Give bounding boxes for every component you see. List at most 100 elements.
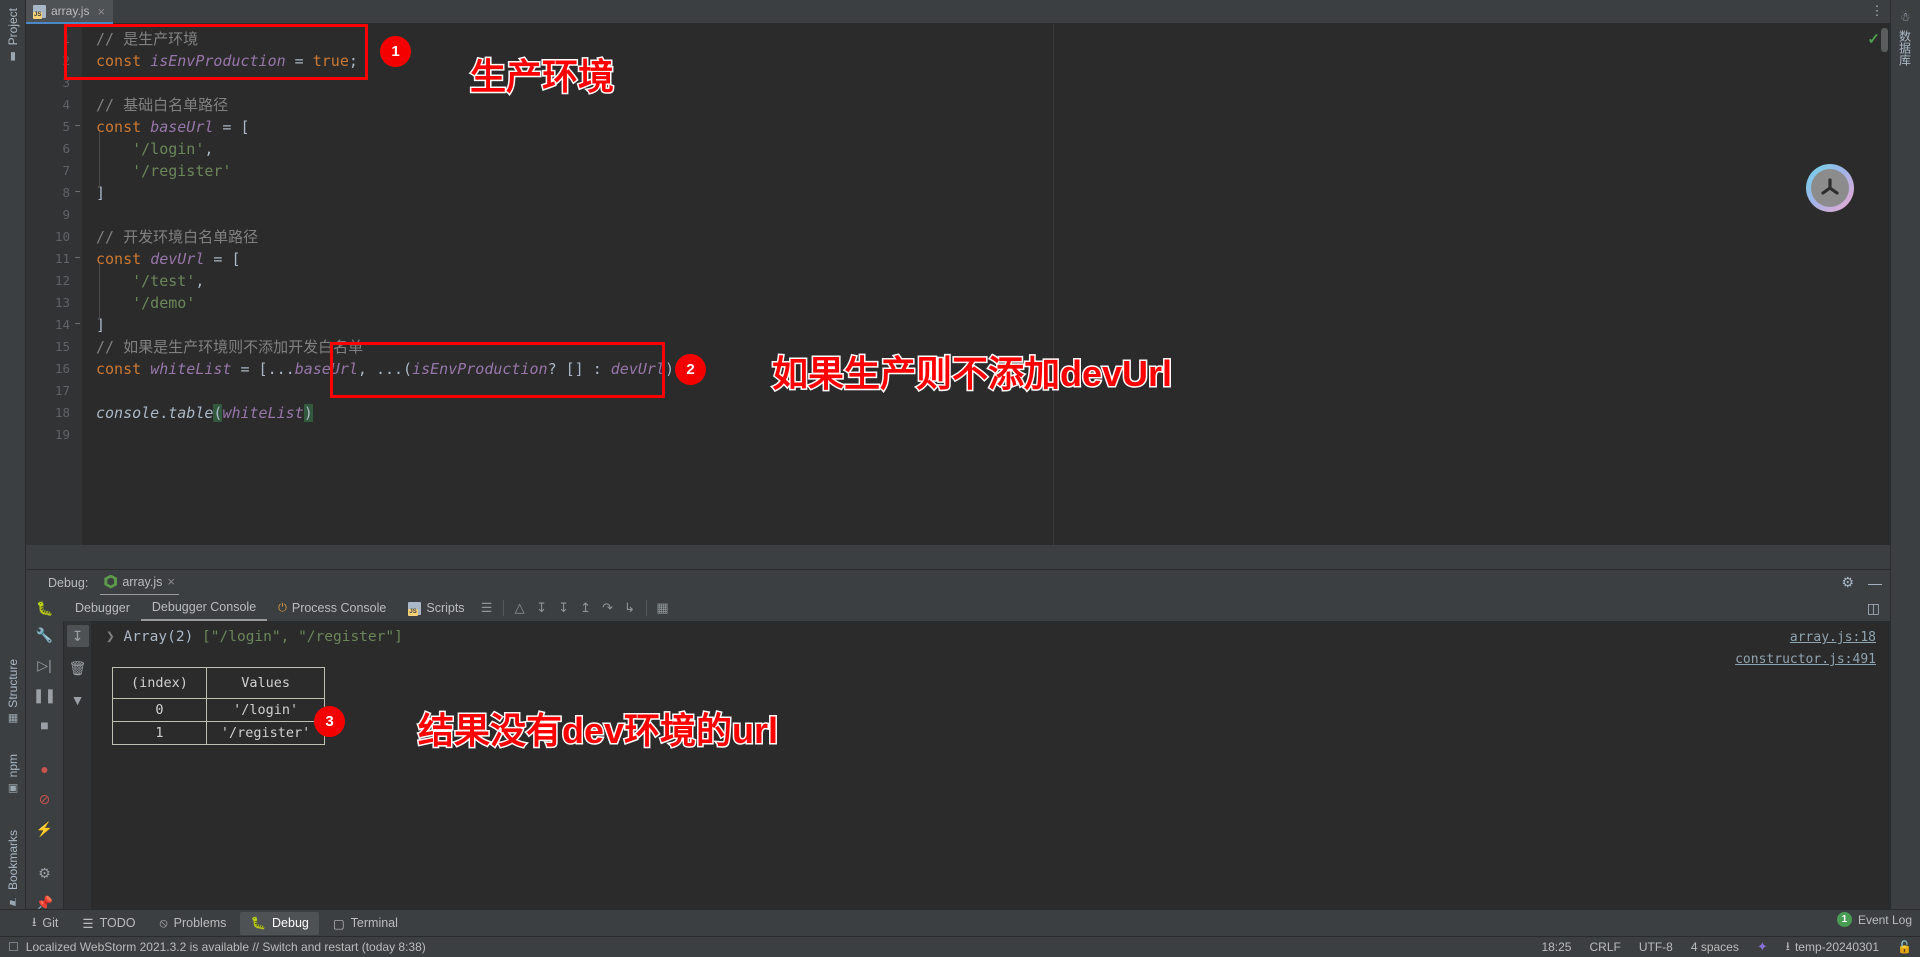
caret-position[interactable]: 18:25 <box>1541 940 1571 954</box>
code-token: '/demo' <box>96 294 196 312</box>
tab-debugger-console[interactable]: Debugger Console <box>140 595 268 621</box>
evaluate-icon[interactable]: ↳ <box>619 597 641 619</box>
run-to-cursor-icon[interactable]: ↷ <box>597 597 619 619</box>
no-run-icon[interactable]: ⊘ <box>34 788 56 810</box>
toolwindow-debug[interactable]: 🐛 Debug <box>240 911 319 935</box>
bug-icon: 🐛 <box>250 915 267 930</box>
git-branch-widget[interactable]: ⭳ temp-20240301 <box>1786 937 1879 957</box>
power-icon: ⏻ <box>278 602 287 614</box>
code-editor[interactable]: 1 2 3 4 5−6 7 8−9 10 11−12 13 14−15 16 17 18 19 // 是生产… <box>26 24 1890 545</box>
tab-debugger[interactable]: Debugger <box>64 595 141 621</box>
settings-icon[interactable]: ⚙ <box>34 862 56 884</box>
code-line[interactable]: const devUrl = [ <box>96 248 241 270</box>
code-token: isEnvProduction <box>412 360 548 378</box>
code-line[interactable]: // 如果是生产环境则不添加开发白名单 <box>96 336 363 358</box>
npm-icon: ▣ <box>7 782 20 796</box>
gear-icon[interactable]: ⚙ <box>1841 574 1854 591</box>
minimize-icon[interactable]: — <box>1868 575 1882 591</box>
annotation-badge-1: 1 <box>380 36 411 67</box>
pause-icon[interactable]: ❚❚ <box>33 684 56 706</box>
close-icon[interactable]: × <box>167 574 175 589</box>
debug-session-tab[interactable]: array.js × <box>100 570 179 596</box>
console-source-link-2[interactable]: constructor.js:491 <box>1735 652 1876 667</box>
floating-assistant-widget[interactable] <box>1806 164 1854 212</box>
editor-tab-array-js[interactable]: array.js × <box>26 0 114 24</box>
vertical-dots-icon[interactable]: ⋮ <box>1870 3 1884 21</box>
file-encoding[interactable]: UTF-8 <box>1639 940 1673 954</box>
mute-breakpoints-icon[interactable]: ● <box>34 758 56 780</box>
table-cell-index: 1 <box>112 721 207 745</box>
code-token: whiteList <box>222 404 304 422</box>
code-line[interactable]: ] <box>96 182 105 204</box>
sidebar-item-structure[interactable]: ▦ Structure <box>0 655 26 730</box>
code-line[interactable]: console.table(whiteList) <box>96 402 313 424</box>
stop-icon[interactable]: ■ <box>34 714 56 736</box>
event-log-indicator[interactable]: 1 Event Log <box>1836 909 1912 930</box>
line-separator[interactable]: CRLF <box>1589 940 1620 954</box>
unlock-icon[interactable]: 🔓 <box>1897 940 1912 954</box>
scroll-end-icon[interactable]: ↧ <box>66 625 89 647</box>
console-table: (index) Values 0 '/login' 1 '/register' <box>112 667 326 745</box>
bug-icon[interactable]: 🐛 <box>26 600 64 617</box>
debugger-console-output[interactable]: ❯ Array(2) ["/login", "/register"] array… <box>92 621 1890 926</box>
checkmark-icon[interactable]: ✓ <box>1867 30 1880 48</box>
debug-window-header: Debug: array.js × ⚙ — <box>26 569 1890 596</box>
code-line[interactable]: const whiteList = [...baseUrl, ...(isEnv… <box>96 358 692 380</box>
tab-scripts[interactable]: Scripts <box>397 595 475 621</box>
sidebar-item-database[interactable]: ☃ 数据库 <box>1892 6 1918 70</box>
soft-wrap-icon[interactable]: ☰ <box>476 597 498 619</box>
indent-setting[interactable]: 4 spaces <box>1691 940 1739 954</box>
console-output-line[interactable]: ❯ Array(2) ["/login", "/register"] <box>106 629 403 645</box>
code-token: , ...( <box>357 360 413 378</box>
table-header-index: (index) <box>112 667 207 699</box>
code-line[interactable]: '/test', <box>96 270 204 292</box>
code-line[interactable]: '/register' <box>96 160 231 182</box>
flash-icon[interactable]: ⚡ <box>34 818 56 840</box>
wrench-icon[interactable]: 🔧 <box>34 624 56 646</box>
tab-process-console[interactable]: ⏻ Process Console <box>267 595 397 621</box>
step-into-icon[interactable]: ↧ <box>553 597 575 619</box>
sidebar-item-bookmarks[interactable]: ⚑ Bookmarks <box>0 826 26 912</box>
code-token: '/test' <box>96 272 196 290</box>
code-line[interactable]: '/login', <box>96 138 213 160</box>
expand-arrow-icon[interactable]: ❯ <box>106 629 115 645</box>
line-number: 9 <box>62 207 70 222</box>
editor-code-area[interactable]: // 是生产环境 const isEnvProduction = true; // … <box>82 24 1890 545</box>
toolwindow-label: Problems <box>173 916 227 930</box>
code-token: isEnvProduction <box>150 52 286 70</box>
code-line[interactable]: const isEnvProduction = true; <box>96 50 358 72</box>
line-number: 15 <box>54 339 70 354</box>
code-line[interactable]: ] <box>96 314 105 336</box>
filter-icon[interactable]: ▼ <box>67 689 89 711</box>
editor-gutter[interactable]: 1 2 3 4 5−6 7 8−9 10 11−12 13 14−15 16 17 18 19 <box>26 24 82 545</box>
code-token: , <box>195 272 205 290</box>
toolwindow-todo[interactable]: ☰ TODO <box>72 912 145 935</box>
event-log-label: Event Log <box>1857 912 1912 927</box>
console-table-icon[interactable]: ▦ <box>652 597 674 619</box>
resume-program-icon[interactable]: ▷| <box>34 654 56 676</box>
console-source-link-1[interactable]: array.js:18 <box>1790 630 1876 645</box>
sidebar-item-npm[interactable]: ▣ npm <box>0 750 26 799</box>
code-line[interactable]: // 是生产环境 <box>96 28 198 50</box>
trash-icon[interactable]: 🗑 <box>67 657 89 679</box>
toolwindow-git[interactable]: ⭳ Git <box>22 909 68 938</box>
editor-scrollbar[interactable] <box>1881 28 1888 52</box>
toolwindow-problems[interactable]: ⦸ Problems <box>149 912 236 935</box>
code-line[interactable]: // 基础白名单路径 <box>96 94 228 116</box>
code-line[interactable]: const baseUrl = [ <box>96 116 250 138</box>
status-message[interactable]: Localized WebStorm 2021.3.2 is available… <box>26 940 426 954</box>
indent-guide <box>99 264 100 320</box>
layout-icon[interactable]: ◫ <box>1867 600 1880 617</box>
toolwindow-terminal[interactable]: ▢ Terminal <box>323 912 408 935</box>
step-over-icon[interactable]: ↧ <box>531 597 553 619</box>
debug-session-label: array.js <box>122 574 163 589</box>
resume-icon[interactable]: △ <box>509 597 531 619</box>
sidebar-item-project[interactable]: ▮ Project <box>0 4 26 67</box>
tool-icon[interactable]: ✦ <box>1757 939 1768 955</box>
code-line[interactable]: // 开发环境白名单路径 <box>96 226 258 248</box>
step-out-icon[interactable]: ↥ <box>575 597 597 619</box>
database-icon: ☃ <box>1898 10 1912 24</box>
table-cell-value: '/register' <box>205 721 326 745</box>
close-icon[interactable]: × <box>97 4 105 19</box>
code-line[interactable]: '/demo' <box>96 292 195 314</box>
